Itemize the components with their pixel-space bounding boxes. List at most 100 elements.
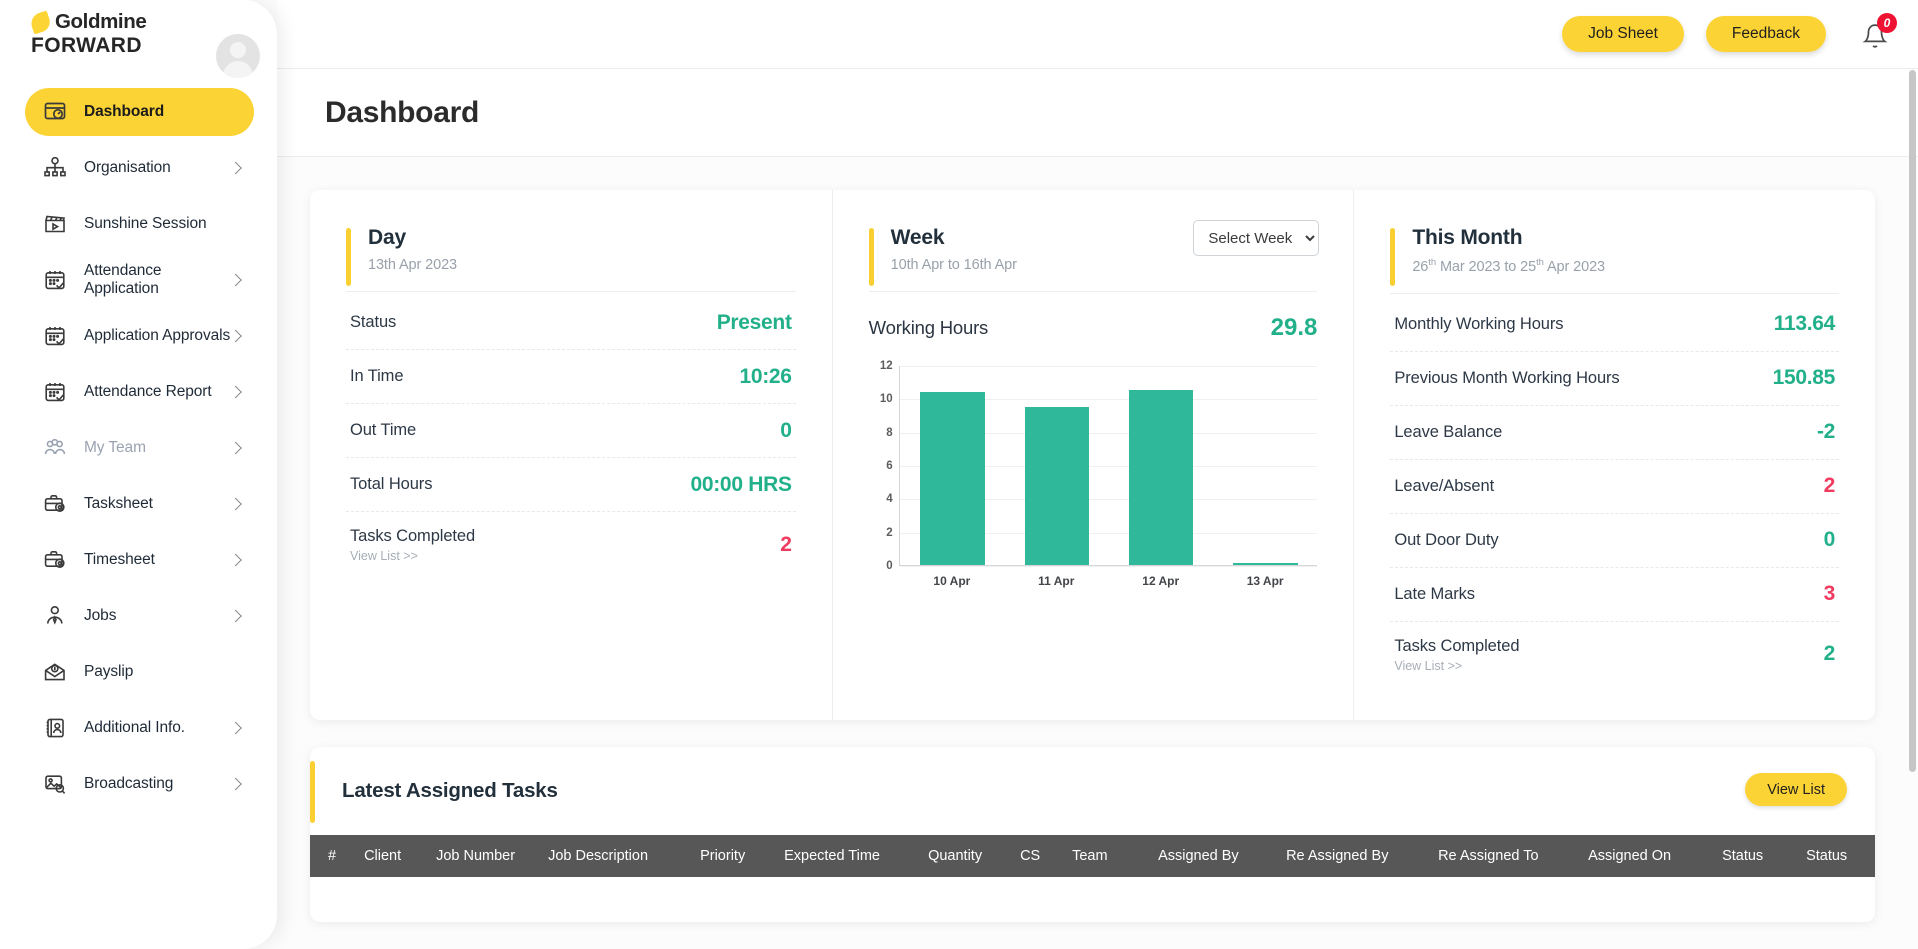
metric-value: 0 [1823, 528, 1836, 552]
table-column-header[interactable]: Assigned On [1588, 848, 1722, 864]
chart-bar[interactable] [1232, 563, 1298, 565]
metric-label-wrap: Late Marks [1394, 584, 1475, 604]
table-column-header[interactable]: Status [1806, 848, 1875, 864]
week-card-subtitle: 10th Apr to 16th Apr [890, 257, 1017, 273]
sidebar-item-application-approvals[interactable]: Application Approvals [25, 312, 254, 360]
sidebar-item-label: My Team [84, 438, 146, 456]
metric-row: Out Time 0 [346, 404, 796, 458]
top-header: Job Sheet Feedback 0 [277, 0, 1918, 69]
briefcase-gear-icon [42, 547, 68, 573]
metric-label: Previous Month Working Hours [1394, 369, 1620, 388]
metric-label: Late Marks [1394, 585, 1475, 604]
metric-label-wrap: In Time [350, 366, 404, 386]
select-week-dropdown[interactable]: Select Week [1193, 220, 1320, 256]
table-column-header[interactable]: Re Assigned By [1286, 848, 1438, 864]
sidebar-nav: Dashboard Organisation Sunshine Session Att… [0, 88, 277, 808]
chart-bar[interactable] [920, 391, 986, 565]
metric-label-wrap: Leave/Absent [1394, 476, 1494, 496]
chart-title: Working Hours [868, 317, 989, 338]
sidebar-item-label: Application Approvals [84, 326, 231, 344]
metric-label-wrap: Tasks Completed View List >> [350, 526, 475, 563]
chart-bars [901, 366, 1318, 565]
day-card-list: Status Present In Time 10:26 Out Time 0 Total … [346, 296, 796, 577]
broadcast-image-icon [42, 771, 68, 797]
table-column-header[interactable]: Re Assigned To [1438, 848, 1588, 864]
view-list-link[interactable]: View List >> [350, 549, 475, 563]
metric-label: Tasks Completed [350, 527, 476, 545]
chevron-right-icon [229, 553, 242, 567]
x-axis-label: 11 Apr [1038, 574, 1075, 588]
metric-label-wrap: Total Hours [350, 474, 432, 494]
brand-name: Goldmine [55, 10, 147, 33]
sidebar-item-dashboard[interactable]: Dashboard [25, 88, 254, 136]
feedback-button[interactable]: Feedback [1705, 16, 1826, 52]
job-sheet-button[interactable]: Job Sheet [1562, 16, 1684, 52]
sidebar-item-attendance-application[interactable]: Attendance Application [25, 256, 254, 304]
month-card-list: Monthly Working Hours 113.64 Previous Mont… [1390, 298, 1840, 687]
metric-label-wrap: Tasks Completed View List >> [1394, 636, 1519, 673]
table-column-header[interactable]: Priority [700, 848, 784, 864]
metric-label-wrap: Out Time [350, 420, 416, 440]
sidebar-item-additional-info[interactable]: Additional Info. [25, 704, 254, 752]
table-column-header[interactable]: Status [1722, 848, 1806, 864]
sidebar-item-organisation[interactable]: Organisation [25, 144, 254, 192]
metric-label: Leave Balance [1394, 423, 1503, 442]
metric-value: 10:26 [739, 364, 792, 388]
metric-value: 2 [780, 532, 792, 556]
clapboard-icon [42, 211, 68, 237]
metric-label-wrap: Leave Balance [1394, 422, 1502, 442]
metric-row: Leave Balance -2 [1390, 406, 1840, 460]
y-axis-tick: 2 [886, 526, 893, 539]
metric-label: Out Door Duty [1394, 531, 1499, 550]
table-column-header[interactable]: Quantity [928, 848, 1020, 864]
week-card: Week 10th Apr to 16th Apr Select Week Wo… [831, 190, 1354, 720]
sidebar-item-label: Organisation [84, 158, 171, 176]
table-column-header[interactable]: # [328, 848, 364, 864]
chevron-right-icon [229, 161, 242, 175]
dashboard-icon [42, 99, 68, 125]
contact-book-icon [42, 715, 68, 741]
table-column-header[interactable]: CS [1020, 848, 1072, 864]
page-title-bar: Dashboard [277, 69, 1918, 157]
sidebar-item-sunshine-session[interactable]: Sunshine Session [25, 200, 254, 248]
view-list-button[interactable]: View List [1745, 773, 1847, 806]
organisation-icon [42, 155, 68, 181]
page-title: Dashboard [325, 95, 479, 129]
sidebar-item-jobs[interactable]: Jobs [25, 592, 254, 640]
dashboard-page: Goldmine FORWARD Dashboard Organisation Su… [0, 0, 1918, 949]
metric-value: 150.85 [1772, 366, 1836, 390]
metric-row: Out Door Duty 0 [1390, 514, 1840, 568]
chevron-right-icon [229, 497, 242, 511]
table-column-header[interactable]: Expected Time [784, 848, 928, 864]
metric-label-wrap: Previous Month Working Hours [1394, 368, 1619, 388]
view-list-link[interactable]: View List >> [1394, 659, 1519, 673]
table-column-header[interactable]: Team [1072, 848, 1158, 864]
tasks-table-header: # Client Job Number Job Description Priority… [310, 835, 1875, 877]
chart-header: Working Hours 29.8 [869, 314, 1318, 342]
notifications-button[interactable]: 0 [1860, 13, 1897, 51]
page-scrollbar[interactable] [1908, 70, 1917, 949]
sidebar-item-timesheet[interactable]: Timesheet [25, 536, 254, 584]
sidebar-item-attendance-report[interactable]: Attendance Report [25, 368, 254, 416]
month-card-header: This Month 26th Mar 2023 to 25th Apr 202… [1390, 226, 1840, 294]
metric-value: -2 [1816, 420, 1836, 444]
sidebar-item-broadcasting[interactable]: Broadcasting [25, 760, 254, 808]
sidebar-item-label: Jobs [84, 606, 117, 624]
avatar[interactable] [216, 34, 260, 78]
chevron-right-icon [229, 721, 242, 735]
table-column-header[interactable]: Job Number [436, 848, 548, 864]
scrollbar-thumb[interactable] [1909, 70, 1916, 772]
table-column-header[interactable]: Client [364, 848, 436, 864]
chevron-right-icon [229, 329, 242, 343]
chevron-right-icon [229, 777, 242, 791]
sidebar-item-payslip[interactable]: Payslip [25, 648, 254, 696]
sidebar-item-label: Broadcasting [84, 774, 174, 792]
brand-subtitle: FORWARD [31, 33, 142, 57]
metric-row: Status Present [346, 296, 796, 350]
table-column-header[interactable]: Job Description [548, 848, 700, 864]
table-column-header[interactable]: Assigned By [1158, 848, 1286, 864]
sidebar-item-tasksheet[interactable]: Tasksheet [25, 480, 254, 528]
chart-bar[interactable] [1128, 390, 1194, 565]
sidebar-item-my-team[interactable]: My Team [25, 424, 254, 472]
chart-bar[interactable] [1024, 406, 1090, 565]
